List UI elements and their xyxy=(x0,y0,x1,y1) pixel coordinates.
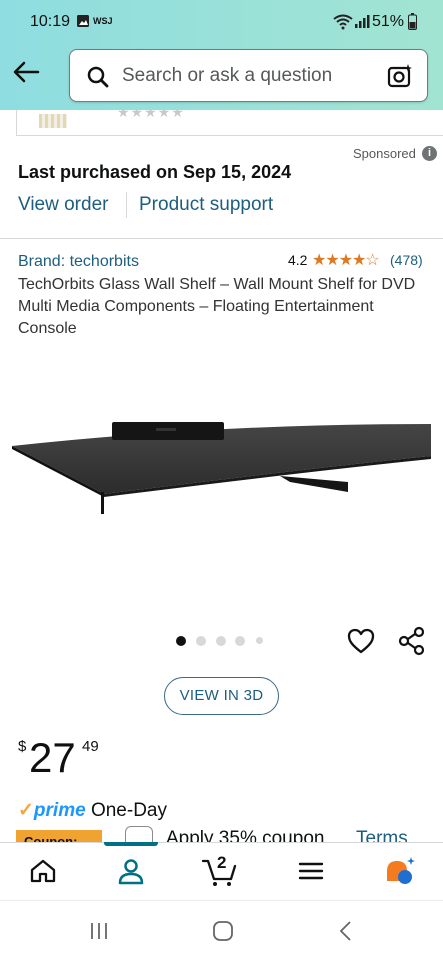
home-icon[interactable] xyxy=(29,857,57,890)
product-image[interactable] xyxy=(12,418,432,523)
cart-count: 2 xyxy=(217,853,227,872)
heart-icon[interactable] xyxy=(346,626,376,661)
search-bar[interactable]: Search or ask a question xyxy=(69,49,428,102)
status-time: 10:19 xyxy=(30,13,71,30)
back-arrow-icon[interactable] xyxy=(12,60,44,88)
carousel-dot[interactable] xyxy=(235,636,245,646)
prime-check-icon: ✓ xyxy=(18,800,34,821)
rating-count-link[interactable]: (478) xyxy=(390,252,423,268)
price-currency: $ xyxy=(18,738,27,755)
system-nav xyxy=(0,900,443,960)
prime-logo: prime xyxy=(33,800,86,821)
view-order-link[interactable]: View order xyxy=(18,194,108,216)
back-chevron-icon[interactable] xyxy=(338,920,354,947)
price-fraction: 49 xyxy=(82,738,99,755)
share-icon[interactable] xyxy=(398,626,426,661)
carousel-dot[interactable] xyxy=(176,636,186,646)
carousel-dot[interactable] xyxy=(196,636,206,646)
last-purchased-heading: Last purchased on Sep 15, 2024 xyxy=(18,162,292,182)
home-circle-icon[interactable] xyxy=(212,920,234,947)
battery-icon xyxy=(408,13,417,35)
rating-stars[interactable]: ★★★★☆ xyxy=(312,250,380,270)
menu-icon[interactable] xyxy=(298,857,324,890)
view-in-3d-button[interactable]: VIEW IN 3D xyxy=(164,677,279,715)
camera-sparkle-icon[interactable] xyxy=(387,63,413,94)
coupon-text[interactable]: Apply 35% coupon xyxy=(166,828,324,842)
recommendation-thumbnail[interactable] xyxy=(39,114,67,128)
coupon-terms-link[interactable]: Terms xyxy=(356,828,408,842)
gallery-icon xyxy=(76,14,90,33)
status-bar: 10:19 WSJ 51% xyxy=(0,0,443,44)
rufus-ai-icon[interactable] xyxy=(383,855,417,892)
carousel-dot[interactable] xyxy=(216,636,226,646)
product-title: TechOrbits Glass Wall Shelf – Wall Mount… xyxy=(18,276,416,337)
carousel-dot[interactable] xyxy=(256,637,263,644)
coupon-row: Coupon: Apply 35% coupon Terms xyxy=(0,826,443,842)
recommendation-stars: ★★★★★ xyxy=(117,110,185,120)
brand-link[interactable]: Brand: techorbits xyxy=(18,253,139,271)
recents-icon[interactable] xyxy=(89,921,109,946)
search-icon xyxy=(86,65,110,94)
bottom-nav: 2 xyxy=(0,842,443,900)
sponsored-label: Sponsored xyxy=(353,146,416,161)
delivery-speed: One-Day xyxy=(90,800,167,821)
account-icon[interactable] xyxy=(117,857,145,890)
product-support-link[interactable]: Product support xyxy=(139,194,273,216)
prime-delivery: ✓prime One-Day xyxy=(18,799,167,822)
wsj-badge: WSJ xyxy=(93,16,113,26)
signal-icon xyxy=(354,14,370,33)
price-whole: 27 xyxy=(29,734,76,781)
header-bar: 10:19 WSJ 51% Search or ask a question xyxy=(0,0,443,110)
coupon-tag: Coupon: xyxy=(16,830,102,842)
coupon-checkbox[interactable] xyxy=(125,826,153,842)
link-separator xyxy=(126,192,127,218)
info-icon[interactable]: i xyxy=(422,146,437,161)
rating-value[interactable]: 4.2 xyxy=(288,252,307,268)
recommendation-strip[interactable]: ★★★★★ xyxy=(16,110,443,136)
wifi-icon xyxy=(333,14,353,35)
section-divider xyxy=(0,238,443,239)
search-input[interactable]: Search or ask a question xyxy=(122,65,332,87)
battery-percent: 51% xyxy=(372,13,405,30)
nav-active-indicator xyxy=(104,842,158,846)
